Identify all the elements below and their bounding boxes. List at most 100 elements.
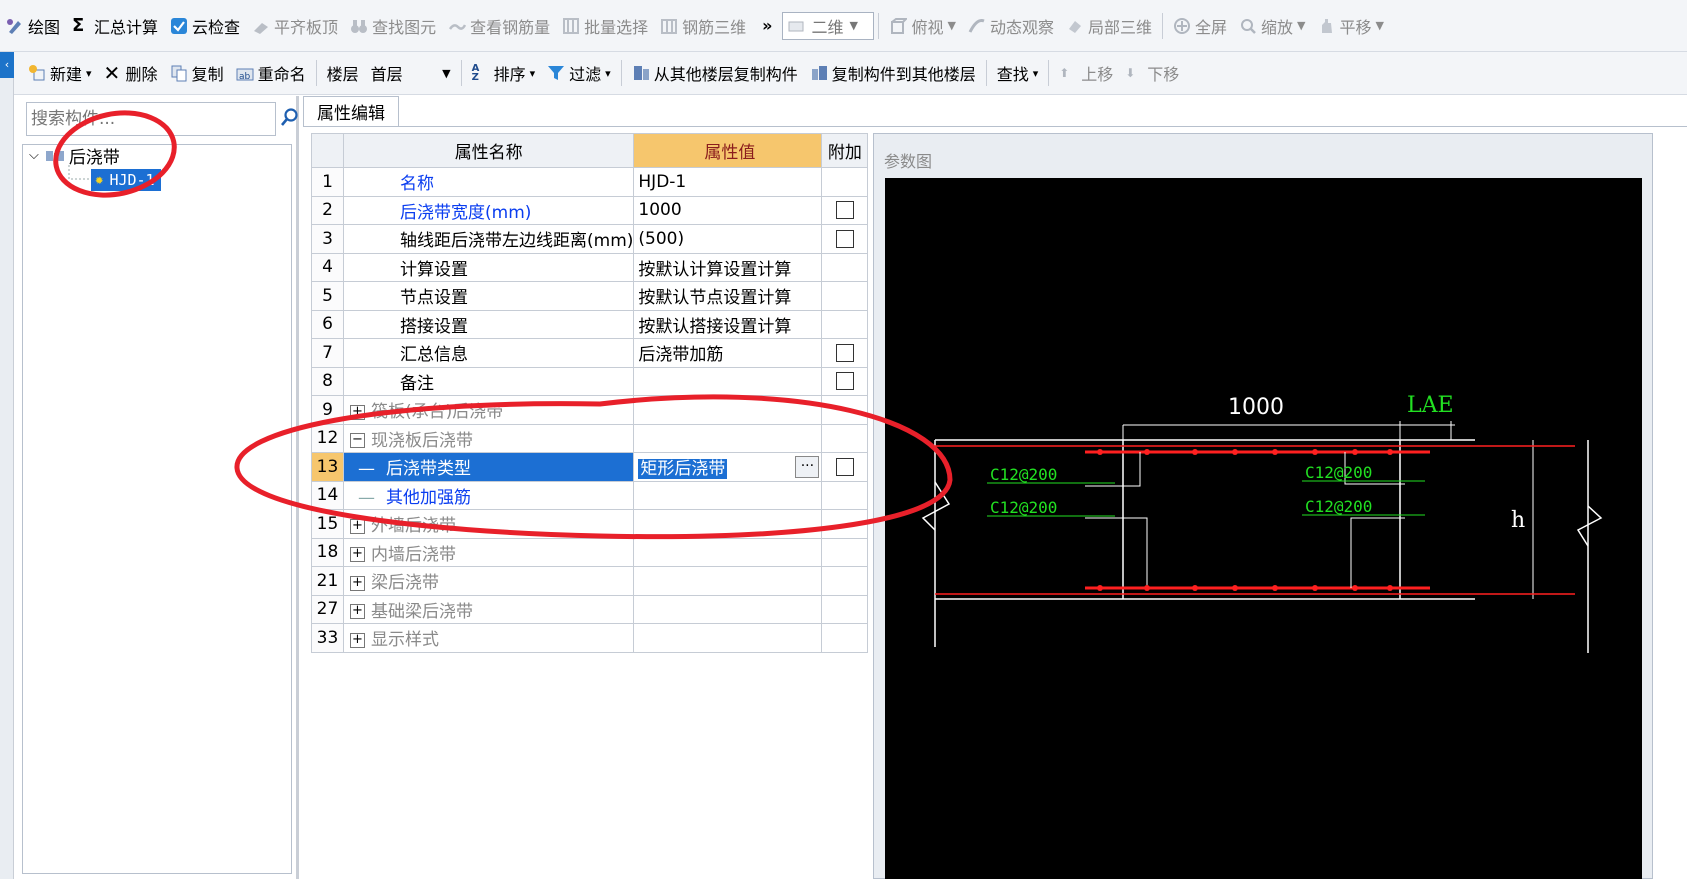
property-value-cell[interactable]: (500) xyxy=(633,224,823,254)
find-element-button[interactable]: 查找图元 xyxy=(344,11,442,41)
floor-select[interactable]: 首层 ▼ xyxy=(365,58,457,88)
dynamic-view-button[interactable]: 动态观察 xyxy=(962,11,1060,41)
property-value-cell[interactable] xyxy=(633,566,823,596)
property-row[interactable]: 27 + 基础梁后浇带 xyxy=(311,594,869,624)
property-name-cell[interactable]: — 后浇带类型 xyxy=(342,452,635,482)
property-row[interactable]: 12− 现浇板后浇带 xyxy=(311,423,869,453)
expand-icon[interactable]: + xyxy=(350,604,365,620)
property-name-cell[interactable]: + 梁后浇带 xyxy=(342,566,635,596)
property-value-cell[interactable]: 按默认节点设置计算 xyxy=(633,281,823,311)
toolbar-overflow-button[interactable]: » xyxy=(752,11,782,41)
property-value-cell[interactable] xyxy=(633,395,823,425)
copy-button[interactable]: 复制 xyxy=(164,58,230,88)
batch-select-button[interactable]: 批量选择 xyxy=(556,11,654,41)
property-name-cell[interactable]: 名称 xyxy=(342,167,635,197)
pan-button[interactable]: 平移 ▼ xyxy=(1311,11,1389,41)
expand-icon[interactable]: + xyxy=(350,404,365,420)
expand-icon[interactable]: + xyxy=(350,547,365,563)
rebar-3d-button[interactable]: 钢筋三维 xyxy=(654,11,752,41)
summary-calc-button[interactable]: Σ 汇总计算 xyxy=(66,11,164,41)
property-row[interactable]: 5 节点设置 按默认节点设置计算 xyxy=(311,281,869,311)
property-value-cell[interactable]: 1000 xyxy=(633,195,823,225)
property-name-cell[interactable]: 汇总信息 xyxy=(342,338,635,368)
property-name-cell[interactable]: + 内墙后浇带 xyxy=(342,537,635,567)
chevron-down-icon[interactable]: ⌵ xyxy=(29,148,39,163)
property-row[interactable]: 33 + 显示样式 xyxy=(311,623,869,653)
property-value-cell[interactable]: 后浇带加筋 xyxy=(633,338,823,368)
extra-checkbox[interactable] xyxy=(835,372,854,391)
property-value-cell[interactable] xyxy=(633,480,823,510)
property-name-cell[interactable]: — 其他加强筋 xyxy=(342,480,635,510)
property-value-cell[interactable] xyxy=(633,623,823,653)
property-row[interactable]: 21 + 梁后浇带 xyxy=(311,566,869,596)
property-row[interactable]: 6 搭接设置 按默认搭接设置计算 xyxy=(311,309,869,339)
move-down-button[interactable]: ⬇ 下移 xyxy=(1119,58,1185,88)
property-name-cell[interactable]: + 显示样式 xyxy=(342,623,635,653)
property-row[interactable]: 9 + 筏板(承台)后浇带 xyxy=(311,395,869,425)
expand-icon[interactable]: + xyxy=(350,518,365,534)
rename-button[interactable]: ab 重命名 xyxy=(230,58,312,88)
sort-button[interactable]: AZ 排序 ▾ xyxy=(466,58,542,88)
view-rebar-qty-button[interactable]: 查看钢筋量 xyxy=(442,11,556,41)
view-mode-select[interactable]: 二维 ▼ xyxy=(782,11,875,40)
property-row[interactable]: 2 后浇带宽度(mm) 1000 xyxy=(311,195,869,225)
collapse-panel-button[interactable]: ‹ xyxy=(0,52,14,78)
property-value-cell[interactable] xyxy=(633,509,823,539)
top-view-button[interactable]: 俯视 ▼ xyxy=(883,11,961,41)
extra-checkbox[interactable] xyxy=(835,343,854,362)
zoom-button[interactable]: 缩放 ▼ xyxy=(1233,11,1311,41)
extra-checkbox[interactable] xyxy=(835,457,854,476)
property-name-cell[interactable]: 轴线距后浇带左边线距离(mm) xyxy=(342,224,635,254)
property-value-cell[interactable]: 矩形后浇带 ··· xyxy=(633,452,823,482)
property-row[interactable]: 15 + 外墙后浇带 xyxy=(311,509,869,539)
tree-item-selected[interactable]: ✹ HJD-1 xyxy=(91,169,161,191)
cloud-check-button[interactable]: 云检查 xyxy=(164,11,246,41)
property-name-cell[interactable]: 节点设置 xyxy=(342,281,635,311)
property-row[interactable]: 3 轴线距后浇带左边线距离(mm) (500) xyxy=(311,224,869,254)
property-name-cell[interactable]: − 现浇板后浇带 xyxy=(342,423,635,453)
property-name-header[interactable]: 属性名称 xyxy=(342,133,635,168)
move-up-button[interactable]: ⬆ 上移 xyxy=(1053,58,1119,88)
find-button[interactable]: 查找 ▾ xyxy=(991,58,1045,88)
tab-property-edit[interactable]: 属性编辑 xyxy=(303,96,399,126)
local-3d-button[interactable]: 局部三维 xyxy=(1060,11,1158,41)
ellipsis-button[interactable]: ··· xyxy=(795,456,820,478)
property-row[interactable]: 18 + 内墙后浇带 xyxy=(311,537,869,567)
property-value-cell[interactable]: 按默认搭接设置计算 xyxy=(633,309,823,339)
draw-button[interactable]: 绘图 xyxy=(0,11,66,41)
collapse-icon[interactable]: − xyxy=(350,433,365,449)
fullscreen-button[interactable]: 全屏 xyxy=(1167,11,1233,41)
property-extra-header[interactable]: 附加 xyxy=(821,133,869,168)
search-input[interactable] xyxy=(26,102,276,136)
search-button[interactable] xyxy=(278,104,302,134)
property-value-cell[interactable] xyxy=(633,366,823,396)
property-row[interactable]: 1 名称 HJD-1 xyxy=(311,167,869,197)
new-button[interactable]: 新建 ▾ xyxy=(22,58,98,88)
copy-to-floor-button[interactable]: 复制构件到其他楼层 xyxy=(804,58,982,88)
extra-checkbox[interactable] xyxy=(835,201,854,220)
property-name-cell[interactable]: 后浇带宽度(mm) xyxy=(342,195,635,225)
filter-button[interactable]: 过滤 ▾ xyxy=(541,58,617,88)
property-row[interactable]: 7 汇总信息 后浇带加筋 xyxy=(311,338,869,368)
property-name-cell[interactable]: + 外墙后浇带 xyxy=(342,509,635,539)
property-name-cell[interactable]: + 筏板(承台)后浇带 xyxy=(342,395,635,425)
property-row[interactable]: 13 — 后浇带类型 矩形后浇带 ··· xyxy=(311,452,869,482)
copy-from-floor-button[interactable]: 从其他楼层复制构件 xyxy=(626,58,804,88)
property-row[interactable]: 14 — 其他加强筋 xyxy=(311,480,869,510)
property-value-cell[interactable]: 按默认计算设置计算 xyxy=(633,252,823,282)
property-value-cell[interactable] xyxy=(633,594,823,624)
expand-icon[interactable]: + xyxy=(350,632,365,648)
property-value-cell[interactable] xyxy=(633,423,823,453)
property-value-cell[interactable]: HJD-1 xyxy=(633,167,823,197)
property-name-cell[interactable]: 搭接设置 xyxy=(342,309,635,339)
property-name-cell[interactable]: 备注 xyxy=(342,366,635,396)
property-name-cell[interactable]: 计算设置 xyxy=(342,252,635,282)
property-row[interactable]: 4 计算设置 按默认计算设置计算 xyxy=(311,252,869,282)
property-name-cell[interactable]: + 基础梁后浇带 xyxy=(342,594,635,624)
property-value-header[interactable]: 属性值 xyxy=(633,133,823,168)
extra-checkbox[interactable] xyxy=(835,229,854,248)
property-row[interactable]: 8 备注 xyxy=(311,366,869,396)
expand-icon[interactable]: + xyxy=(350,575,365,591)
delete-button[interactable]: ✕ 删除 xyxy=(98,58,164,88)
align-slab-top-button[interactable]: 平齐板顶 xyxy=(246,11,344,41)
